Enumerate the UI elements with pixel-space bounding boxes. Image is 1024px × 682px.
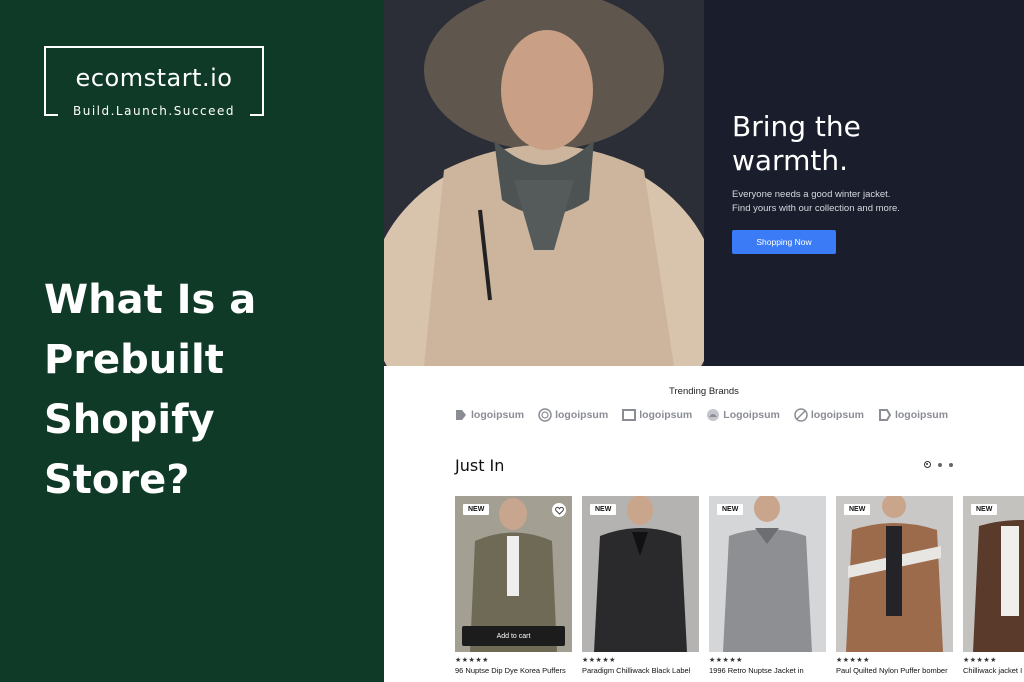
product-card[interactable]: NEW ★★★★★ Paradigm Chilliwack Black Labe…	[582, 496, 699, 676]
brand-mark-icon	[456, 410, 466, 420]
brand-mark-icon	[538, 408, 552, 422]
product-image[interactable]: NEW	[963, 496, 1024, 652]
brand-name: logoipsum	[810, 409, 864, 421]
product-image[interactable]: NEW	[836, 496, 953, 652]
logo: ecomstart.io Build.Launch.Succeed	[44, 46, 264, 118]
brand-mark-icon	[622, 409, 637, 421]
brand-name: Logoipsum	[723, 409, 780, 421]
hero-description: Everyone needs a good winter jacket. Fin…	[732, 189, 900, 214]
new-badge: NEW	[971, 504, 998, 515]
add-to-cart-button[interactable]: Add to cart	[462, 626, 565, 646]
store-screenshot: Bring the warmth. Everyone needs a good …	[384, 0, 1024, 682]
rating-stars: ★★★★★	[582, 657, 616, 664]
heart-icon[interactable]	[552, 503, 566, 517]
rating-stars: ★★★★★	[836, 657, 870, 664]
brand-name: logoipsum	[471, 409, 525, 421]
new-badge: NEW	[844, 504, 871, 515]
new-badge: NEW	[717, 504, 744, 515]
product-card[interactable]: NEW Add to cart ★★★★★ 96 Nuptse Dip Dye …	[455, 496, 572, 676]
jacket-illustration	[709, 496, 826, 652]
headline-line: Shopify	[44, 397, 215, 443]
product-card[interactable]: NEW ★★★★★ Paul Quilted Nylon Puffer bomb…	[836, 496, 953, 676]
brand-logo[interactable]: logoipsum	[878, 408, 948, 422]
trending-brands-title: Trending Brands	[669, 386, 739, 397]
carousel-dots	[924, 461, 953, 468]
model-illustration	[384, 0, 704, 366]
hero-image	[384, 0, 704, 366]
logo-title: ecomstart.io	[75, 64, 233, 92]
logo-tagline: Build.Launch.Succeed	[72, 104, 235, 118]
brand-name: logoipsum	[555, 409, 609, 421]
headline-line: Store?	[44, 457, 190, 503]
brand-logo[interactable]: logoipsum	[454, 408, 524, 422]
hero-title-line: warmth.	[732, 144, 848, 177]
headline: What Is a Prebuilt Shopify Store?	[44, 270, 364, 510]
brand-name: logoipsum	[894, 409, 949, 421]
product-card[interactable]: NEW ★★★★★ 1996 Retro Nuptse Jacket in	[709, 496, 826, 676]
brand-logo[interactable]: logoipsum	[622, 408, 692, 422]
carousel-dot[interactable]	[938, 462, 942, 467]
brand-mark-icon	[794, 408, 808, 422]
hero-banner: Bring the warmth. Everyone needs a good …	[384, 0, 1024, 366]
jacket-illustration	[963, 496, 1024, 652]
brand-panel: ecomstart.io Build.Launch.Succeed What I…	[0, 0, 384, 682]
rating-stars: ★★★★★	[963, 657, 997, 664]
new-badge: NEW	[590, 504, 617, 515]
just-in-title: Just In	[455, 456, 505, 475]
product-image[interactable]: NEW	[582, 496, 699, 652]
new-badge: NEW	[463, 504, 490, 515]
brand-mark-icon	[878, 409, 892, 421]
jacket-illustration	[582, 496, 699, 652]
brand-logo[interactable]: logoipsum	[794, 408, 864, 422]
product-name[interactable]: Paul Quilted Nylon Puffer bomber	[836, 666, 953, 676]
headline-line: Prebuilt	[44, 337, 224, 383]
jacket-illustration	[836, 496, 953, 652]
product-image[interactable]: NEW	[709, 496, 826, 652]
product-card[interactable]: NEW ★★★★★ Chilliwack jacket I	[963, 496, 1024, 676]
rating-stars: ★★★★★	[455, 657, 489, 664]
brand-name: logoipsum	[639, 409, 693, 421]
brand-logos: logoipsum logoipsum logoipsum Logoipsum …	[454, 408, 948, 422]
hero-content: Bring the warmth. Everyone needs a good …	[732, 110, 1002, 254]
rating-stars: ★★★★★	[709, 657, 743, 664]
product-name[interactable]: 1996 Retro Nuptse Jacket in	[709, 666, 826, 676]
headline-line: What Is a	[44, 277, 257, 323]
brand-logo[interactable]: Logoipsum	[706, 408, 780, 422]
product-name[interactable]: 96 Nuptse Dip Dye Korea Puffers	[455, 666, 572, 676]
product-image[interactable]: NEW Add to cart	[455, 496, 572, 652]
shopping-now-button[interactable]: Shopping Now	[732, 230, 836, 254]
product-list: NEW Add to cart ★★★★★ 96 Nuptse Dip Dye …	[455, 496, 1024, 676]
hero-title: Bring the warmth.	[732, 110, 1002, 178]
hero-title-line: Bring the	[732, 110, 861, 143]
carousel-dot[interactable]	[924, 461, 931, 468]
carousel-dot[interactable]	[949, 462, 953, 467]
brand-logo[interactable]: logoipsum	[538, 408, 608, 422]
brand-mark-icon	[707, 409, 720, 421]
product-name[interactable]: Chilliwack jacket I	[963, 666, 1024, 676]
product-name[interactable]: Paradigm Chilliwack Black Label	[582, 666, 699, 676]
